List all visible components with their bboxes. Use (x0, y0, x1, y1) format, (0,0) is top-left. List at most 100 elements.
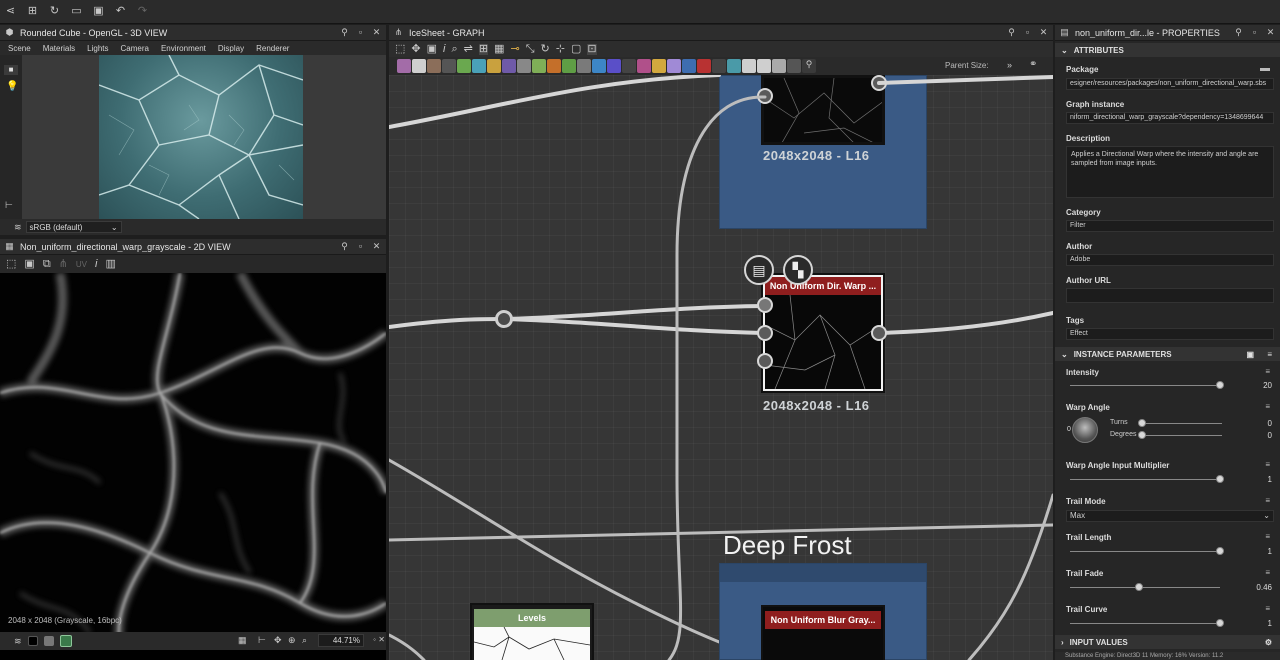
atomic-node-icon[interactable] (397, 59, 411, 73)
layers-icon[interactable]: ≋ (14, 636, 22, 646)
folder-icon[interactable]: ▭ (70, 6, 83, 17)
refresh-icon[interactable]: ↻ (48, 6, 61, 17)
close-icon[interactable]: ✕ (371, 242, 382, 251)
input-values-header[interactable]: › INPUT VALUES ⚙ (1055, 635, 1280, 649)
author-field[interactable]: Adobe (1066, 254, 1274, 266)
menu-camera[interactable]: Camera (121, 44, 149, 53)
black-swatch[interactable] (27, 636, 38, 646)
trail-curve-knob[interactable] (1216, 619, 1224, 627)
dot-node[interactable] (495, 310, 513, 328)
gradient-node-icon[interactable] (457, 59, 471, 73)
trail-fade-slider[interactable] (1070, 583, 1220, 591)
pin-icon[interactable]: ⚲ (339, 28, 350, 37)
value-node-icon[interactable] (622, 59, 636, 73)
param-menu-icon[interactable]: ≡ (1265, 604, 1270, 613)
param-menu-icon[interactable]: ≡ (1265, 460, 1270, 469)
param-menu-icon[interactable]: ≡ (1265, 367, 1270, 376)
turns-knob[interactable] (1138, 419, 1146, 427)
comment-icon[interactable]: ▢ (571, 43, 581, 55)
transform-node-icon[interactable] (442, 59, 456, 73)
noise-node-icon[interactable] (502, 59, 516, 73)
main-node-output-port[interactable] (871, 325, 887, 341)
grid-icon[interactable]: ▦ (238, 636, 247, 645)
link-icon[interactable]: ⇌ (464, 43, 473, 55)
share-icon[interactable]: ⋖ (4, 6, 17, 17)
instance-parameters-header[interactable]: ⌄ INSTANCE PARAMETERS ▣ ≡ (1055, 347, 1280, 361)
description-field[interactable]: Applies a Directional Warp where the int… (1066, 146, 1274, 198)
levels-node-icon[interactable] (472, 59, 486, 73)
maximize-icon[interactable]: ▫ (1249, 28, 1260, 37)
close-icon[interactable]: ✕ (378, 636, 385, 644)
input-node-icon[interactable] (757, 59, 771, 73)
warp-node-icon[interactable] (637, 59, 651, 73)
search-icon[interactable]: ⌕ (451, 43, 457, 55)
light-icon[interactable]: 💡 (6, 81, 22, 92)
save-icon[interactable]: ▣ (92, 6, 105, 17)
close-icon[interactable]: ✕ (371, 28, 382, 37)
menu-scene[interactable]: Scene (8, 44, 31, 53)
menu-icon[interactable]: ≡ (1267, 350, 1272, 359)
intensity-value[interactable]: 20 (1263, 381, 1272, 390)
multiplier-knob[interactable] (1216, 475, 1224, 483)
menu-environment[interactable]: Environment (161, 44, 206, 53)
trail-mode-select[interactable]: Max ⌄ (1066, 510, 1274, 522)
undo-icon[interactable]: ↶ (114, 6, 127, 17)
graph-instance-field[interactable]: niform_directional_warp_grayscale?depend… (1066, 112, 1274, 124)
func-node-icon[interactable] (712, 59, 726, 73)
gear-icon[interactable]: ⚙ (1265, 638, 1272, 647)
view3d-viewport[interactable] (22, 55, 386, 219)
move-icon[interactable]: ✥ (274, 636, 282, 645)
main-node-input-port-2[interactable] (757, 325, 773, 341)
intensity-knob[interactable] (1216, 381, 1224, 389)
bitmap-node-icon[interactable] (412, 59, 426, 73)
pin-icon[interactable]: ⚲ (1233, 28, 1244, 37)
multiplier-value[interactable]: 1 (1268, 475, 1272, 484)
blend-node-icon[interactable] (427, 59, 441, 73)
graph-node-icon[interactable] (727, 59, 741, 73)
split-icon[interactable]: ⊹ (556, 43, 565, 55)
tiling-icon[interactable]: ⋔ (59, 258, 68, 270)
frame-node-icon[interactable] (772, 59, 786, 73)
trail-curve-slider[interactable] (1070, 619, 1224, 627)
tri-node-icon[interactable] (667, 59, 681, 73)
info-icon[interactable]: i (95, 258, 97, 270)
main-node-input-port-3[interactable] (757, 353, 773, 369)
align-icon[interactable]: ⊞ (478, 43, 489, 55)
filter-node-icon[interactable] (532, 59, 546, 73)
arrow-icon[interactable]: ⤡ (526, 43, 535, 55)
axis-icon[interactable]: ⊢ (5, 200, 13, 211)
info-icon[interactable]: i (443, 43, 445, 55)
uv-toggle[interactable]: UV (76, 260, 87, 269)
turns-slider[interactable] (1138, 419, 1222, 427)
zoom-icon[interactable]: ⌕ (302, 636, 307, 645)
degrees-knob[interactable] (1138, 431, 1146, 439)
close-icon[interactable]: ✕ (1265, 28, 1276, 37)
channel-node-icon[interactable] (547, 59, 561, 73)
camera-icon[interactable]: ■ (4, 65, 18, 75)
frame-label[interactable]: Deep Frost (723, 530, 852, 561)
pin-icon[interactable]: ⚲ (1006, 28, 1017, 37)
main-node-input-port-1[interactable] (757, 297, 773, 313)
maximize-icon[interactable]: ▫ (355, 28, 366, 37)
shader-node-icon[interactable] (577, 59, 591, 73)
output-node-icon[interactable] (742, 59, 756, 73)
view2d-canvas[interactable] (0, 273, 386, 640)
param-menu-icon[interactable]: ≡ (1265, 496, 1270, 505)
author-url-field[interactable] (1066, 288, 1274, 303)
warp-angle-dial[interactable] (1072, 417, 1098, 443)
folder-icon[interactable]: ▬ (1260, 63, 1270, 74)
trail-curve-value[interactable]: 1 (1268, 619, 1272, 628)
param-menu-icon[interactable]: ≡ (1265, 532, 1270, 541)
snap-icon[interactable]: ⊡ (587, 43, 597, 55)
copy-icon[interactable]: ⧉ (43, 258, 51, 270)
layers-icon[interactable]: ≋ (14, 222, 22, 232)
category-field[interactable]: Filter (1066, 220, 1274, 232)
pin-icon[interactable]: ⚲ (339, 242, 350, 251)
param-menu-icon[interactable]: ≡ (1265, 568, 1270, 577)
checker-preview-icon[interactable]: ▚ (783, 255, 813, 285)
green-swatch[interactable] (59, 635, 72, 647)
document-icon[interactable]: ▤ (744, 255, 774, 285)
zoom-reset-icon[interactable]: ◦ (373, 636, 376, 644)
save-image-icon[interactable]: ▣ (24, 258, 34, 270)
sample-node-icon[interactable] (652, 59, 666, 73)
